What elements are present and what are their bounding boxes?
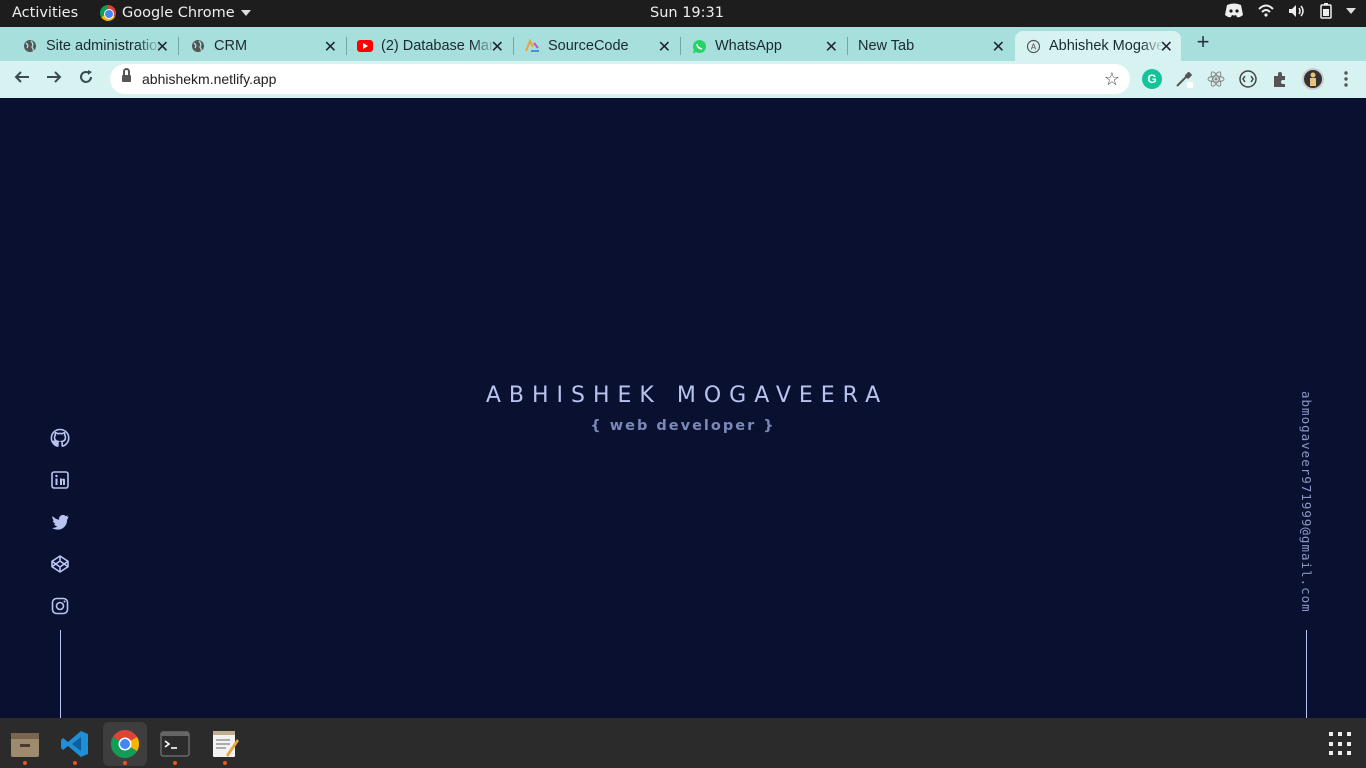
react-devtools-extension-icon[interactable] (1206, 69, 1226, 89)
address-bar[interactable]: abhishekm.netlify.app ☆ (110, 64, 1130, 94)
app-menu-label: Google Chrome (122, 5, 235, 21)
system-tray[interactable] (1224, 3, 1356, 19)
system-top-bar: Activities Google Chrome Sun 19:31 (0, 0, 1366, 27)
tab-new-tab[interactable]: New Tab ✕ (848, 31, 1013, 61)
forward-button[interactable] (42, 68, 66, 92)
terminal-icon (160, 731, 190, 757)
site-a-icon: A (1025, 38, 1041, 54)
tab-title: WhatsApp (715, 38, 782, 54)
globe-icon (22, 38, 38, 54)
codepen-link[interactable] (50, 554, 70, 574)
tab-title: Site administration (46, 38, 161, 54)
github-link[interactable] (50, 428, 70, 448)
dock-terminal[interactable] (153, 722, 197, 766)
email-link[interactable]: abmogaveer971999@gmail.com (1296, 391, 1316, 613)
clock[interactable]: Sun 19:31 (650, 5, 724, 21)
globe-icon (190, 38, 206, 54)
profile-avatar[interactable] (1302, 68, 1324, 90)
system-menu-chevron-icon[interactable] (1346, 8, 1356, 14)
volume-icon[interactable] (1288, 4, 1306, 18)
tab-crm[interactable]: CRM ✕ (180, 31, 345, 61)
chrome-icon (100, 5, 116, 21)
kebab-menu-icon (1344, 71, 1348, 87)
svg-text:A: A (1030, 42, 1036, 51)
tab-whatsapp[interactable]: WhatsApp ✕ (681, 31, 846, 61)
linkedin-icon (51, 471, 69, 489)
reload-button[interactable] (74, 68, 98, 92)
email-text: abmogaveer971999@gmail.com (1299, 391, 1314, 613)
hero-role: { web developer } (590, 418, 776, 434)
grammarly-extension-icon[interactable]: G (1142, 69, 1162, 89)
instagram-icon (51, 597, 69, 615)
chevron-down-icon (240, 10, 251, 16)
close-icon[interactable]: ✕ (658, 37, 671, 57)
dock-text-editor[interactable] (203, 722, 247, 766)
code-extension-icon[interactable] (1238, 69, 1258, 89)
right-vertical-divider (1306, 630, 1307, 718)
linkedin-link[interactable] (50, 470, 70, 490)
github-icon (50, 428, 70, 447)
hero-name: ABHISHEK MOGAVEERA (485, 383, 889, 408)
forward-arrow-icon (47, 71, 62, 83)
bookmark-star-icon[interactable]: ☆ (1104, 69, 1120, 90)
extensions-puzzle-icon[interactable] (1270, 69, 1290, 89)
dock-vscode[interactable] (53, 722, 97, 766)
tab-abhishek-mogaveera[interactable]: A Abhishek Mogaveera ✕ (1015, 31, 1181, 61)
twitter-link[interactable] (50, 512, 70, 532)
battery-icon[interactable] (1320, 3, 1332, 19)
reload-icon (80, 70, 92, 83)
portfolio-page: ABHISHEK MOGAVEERA { web developer } abm… (0, 98, 1366, 718)
tab-title: CRM (214, 38, 248, 54)
sourcecode-icon (524, 38, 540, 54)
tab-title: SourceCode (548, 38, 629, 54)
left-vertical-divider (60, 630, 61, 718)
dock-files[interactable] (3, 722, 47, 766)
close-icon[interactable]: ✕ (156, 37, 169, 57)
files-icon (11, 733, 39, 757)
person-icon (1310, 72, 1316, 86)
tab-title: (2) Database Management (381, 38, 496, 54)
chrome-menu-button[interactable] (1336, 69, 1356, 89)
back-button[interactable] (10, 68, 34, 92)
close-icon[interactable]: ✕ (992, 37, 1005, 57)
back-arrow-icon (14, 71, 29, 83)
discord-icon[interactable] (1224, 3, 1244, 19)
ubuntu-dock (0, 718, 1366, 768)
close-icon[interactable]: ✕ (324, 37, 337, 57)
tab-site-administration[interactable]: Site administration ✕ (12, 31, 177, 61)
lock-icon[interactable] (122, 68, 131, 84)
text-editor-icon (213, 731, 239, 757)
new-tab-button[interactable]: + (1192, 31, 1214, 54)
instagram-link[interactable] (50, 596, 70, 616)
chrome-icon (111, 730, 139, 758)
tab-database-management[interactable]: (2) Database Management ✕ (347, 31, 512, 61)
tab-sourcecode[interactable]: SourceCode ✕ (514, 31, 679, 61)
tab-title: New Tab (858, 38, 915, 54)
close-icon[interactable]: ✕ (825, 37, 838, 57)
url-text: abhishekm.netlify.app (142, 71, 277, 87)
activities-button[interactable]: Activities (12, 5, 78, 21)
whatsapp-icon (691, 38, 707, 54)
close-icon[interactable]: ✕ (1160, 37, 1173, 57)
show-applications-icon[interactable] (1329, 732, 1353, 756)
youtube-icon (357, 38, 373, 54)
codepen-icon (51, 555, 69, 573)
wifi-icon[interactable] (1258, 4, 1274, 18)
twitter-icon (51, 514, 69, 530)
eyedropper-extension-icon[interactable] (1174, 69, 1194, 89)
close-icon[interactable]: ✕ (491, 37, 504, 57)
tab-strip: Site administration ✕ CRM ✕ (2) Database… (0, 27, 1366, 61)
dock-chrome[interactable] (103, 722, 147, 766)
tab-title: Abhishek Mogaveera (1049, 38, 1164, 54)
app-menu[interactable]: Google Chrome (100, 5, 251, 21)
vscode-icon (61, 731, 88, 757)
